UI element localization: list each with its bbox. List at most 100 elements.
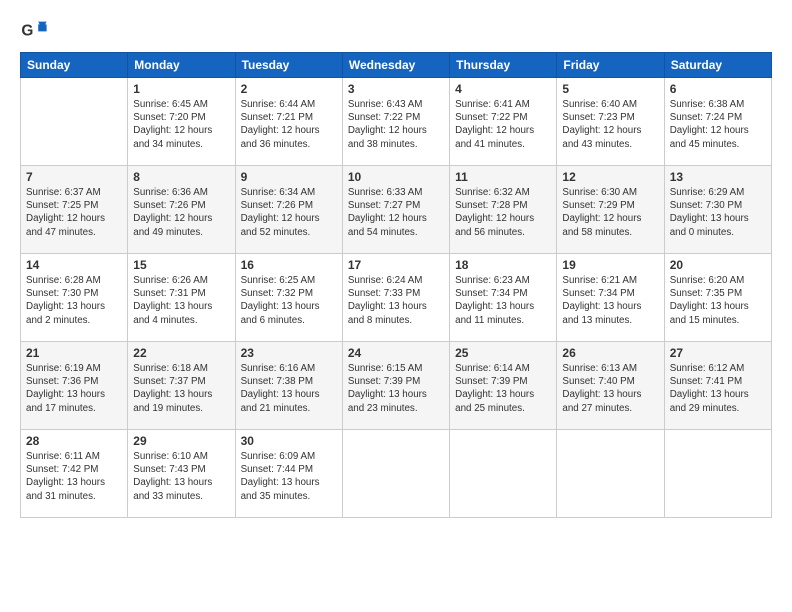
day-info: Sunrise: 6:29 AMSunset: 7:30 PMDaylight:… <box>670 186 766 239</box>
day-info: Sunrise: 6:16 AMSunset: 7:38 PMDaylight:… <box>241 362 337 415</box>
calendar-cell: 28Sunrise: 6:11 AMSunset: 7:42 PMDayligh… <box>21 430 128 518</box>
day-number: 25 <box>455 346 551 360</box>
day-info: Sunrise: 6:44 AMSunset: 7:21 PMDaylight:… <box>241 98 337 151</box>
day-info: Sunrise: 6:28 AMSunset: 7:30 PMDaylight:… <box>26 274 122 327</box>
day-info: Sunrise: 6:45 AMSunset: 7:20 PMDaylight:… <box>133 98 229 151</box>
weekday-header-monday: Monday <box>128 53 235 78</box>
day-info: Sunrise: 6:34 AMSunset: 7:26 PMDaylight:… <box>241 186 337 239</box>
calendar-cell: 18 Sunrise: 6:23 AMSunset: 7:34 PMDayligh… <box>450 254 557 342</box>
day-info: Sunrise: 6:36 AMSunset: 7:26 PMDaylight:… <box>133 186 229 239</box>
calendar-cell <box>664 430 771 518</box>
calendar-week-1: 1 Sunrise: 6:45 AMSunset: 7:20 PMDaylight… <box>21 78 772 166</box>
day-info: Sunrise: 6:13 AMSunset: 7:40 PMDaylight:… <box>562 362 658 415</box>
calendar-cell: 6 Sunrise: 6:38 AMSunset: 7:24 PMDaylight… <box>664 78 771 166</box>
calendar-cell: 13 Sunrise: 6:29 AMSunset: 7:30 PMDayligh… <box>664 166 771 254</box>
day-info: Sunrise: 6:24 AMSunset: 7:33 PMDaylight:… <box>348 274 444 327</box>
day-info: Sunrise: 6:14 AMSunset: 7:39 PMDaylight:… <box>455 362 551 415</box>
day-info: Sunrise: 6:12 AMSunset: 7:41 PMDaylight:… <box>670 362 766 415</box>
svg-text:G: G <box>21 23 33 40</box>
calendar-cell: 1 Sunrise: 6:45 AMSunset: 7:20 PMDaylight… <box>128 78 235 166</box>
day-number: 23 <box>241 346 337 360</box>
day-number: 29 <box>133 434 229 448</box>
calendar-body: 1 Sunrise: 6:45 AMSunset: 7:20 PMDaylight… <box>21 78 772 518</box>
day-number: 16 <box>241 258 337 272</box>
calendar-cell <box>342 430 449 518</box>
calendar-cell <box>557 430 664 518</box>
day-info: Sunrise: 6:40 AMSunset: 7:23 PMDaylight:… <box>562 98 658 151</box>
day-number: 8 <box>133 170 229 184</box>
day-number: 18 <box>455 258 551 272</box>
day-info: Sunrise: 6:41 AMSunset: 7:22 PMDaylight:… <box>455 98 551 151</box>
day-number: 20 <box>670 258 766 272</box>
day-number: 5 <box>562 82 658 96</box>
day-number: 2 <box>241 82 337 96</box>
day-info: Sunrise: 6:09 AMSunset: 7:44 PMDaylight:… <box>241 450 337 503</box>
day-number: 6 <box>670 82 766 96</box>
calendar-cell: 3 Sunrise: 6:43 AMSunset: 7:22 PMDaylight… <box>342 78 449 166</box>
day-info: Sunrise: 6:21 AMSunset: 7:34 PMDaylight:… <box>562 274 658 327</box>
day-info: Sunrise: 6:15 AMSunset: 7:39 PMDaylight:… <box>348 362 444 415</box>
weekday-header-sunday: Sunday <box>21 53 128 78</box>
calendar-cell: 12 Sunrise: 6:30 AMSunset: 7:29 PMDayligh… <box>557 166 664 254</box>
day-number: 7 <box>26 170 122 184</box>
calendar-page: G SundayMondayTuesdayWednesdayThursdayFr… <box>0 0 792 528</box>
calendar-table: SundayMondayTuesdayWednesdayThursdayFrid… <box>20 52 772 518</box>
calendar-week-5: 28Sunrise: 6:11 AMSunset: 7:42 PMDayligh… <box>21 430 772 518</box>
calendar-cell: 17 Sunrise: 6:24 AMSunset: 7:33 PMDayligh… <box>342 254 449 342</box>
day-info: Sunrise: 6:10 AMSunset: 7:43 PMDaylight:… <box>133 450 229 503</box>
day-number: 4 <box>455 82 551 96</box>
calendar-cell: 24 Sunrise: 6:15 AMSunset: 7:39 PMDayligh… <box>342 342 449 430</box>
calendar-cell: 26 Sunrise: 6:13 AMSunset: 7:40 PMDayligh… <box>557 342 664 430</box>
day-number: 14 <box>26 258 122 272</box>
day-number: 12 <box>562 170 658 184</box>
day-number: 10 <box>348 170 444 184</box>
calendar-cell: 14 Sunrise: 6:28 AMSunset: 7:30 PMDayligh… <box>21 254 128 342</box>
calendar-cell: 2 Sunrise: 6:44 AMSunset: 7:21 PMDaylight… <box>235 78 342 166</box>
day-info: Sunrise: 6:38 AMSunset: 7:24 PMDaylight:… <box>670 98 766 151</box>
calendar-cell <box>21 78 128 166</box>
day-number: 1 <box>133 82 229 96</box>
day-number: 21 <box>26 346 122 360</box>
calendar-week-2: 7Sunrise: 6:37 AMSunset: 7:25 PMDaylight… <box>21 166 772 254</box>
day-number: 19 <box>562 258 658 272</box>
calendar-cell: 25 Sunrise: 6:14 AMSunset: 7:39 PMDayligh… <box>450 342 557 430</box>
weekday-header-saturday: Saturday <box>664 53 771 78</box>
weekday-header-row: SundayMondayTuesdayWednesdayThursdayFrid… <box>21 53 772 78</box>
day-number: 22 <box>133 346 229 360</box>
calendar-cell: 11Sunrise: 6:32 AMSunset: 7:28 PMDayligh… <box>450 166 557 254</box>
day-info: Sunrise: 6:32 AMSunset: 7:28 PMDaylight:… <box>455 186 551 239</box>
calendar-cell: 30 Sunrise: 6:09 AMSunset: 7:44 PMDayligh… <box>235 430 342 518</box>
logo-icon: G <box>20 16 48 44</box>
weekday-header-friday: Friday <box>557 53 664 78</box>
calendar-cell: 22Sunrise: 6:18 AMSunset: 7:37 PMDayligh… <box>128 342 235 430</box>
calendar-cell: 9 Sunrise: 6:34 AMSunset: 7:26 PMDaylight… <box>235 166 342 254</box>
day-info: Sunrise: 6:20 AMSunset: 7:35 PMDaylight:… <box>670 274 766 327</box>
calendar-cell: 4 Sunrise: 6:41 AMSunset: 7:22 PMDaylight… <box>450 78 557 166</box>
day-number: 13 <box>670 170 766 184</box>
calendar-cell: 23 Sunrise: 6:16 AMSunset: 7:38 PMDayligh… <box>235 342 342 430</box>
day-info: Sunrise: 6:30 AMSunset: 7:29 PMDaylight:… <box>562 186 658 239</box>
day-number: 15 <box>133 258 229 272</box>
day-number: 17 <box>348 258 444 272</box>
header: G <box>20 16 772 44</box>
calendar-week-4: 21Sunrise: 6:19 AMSunset: 7:36 PMDayligh… <box>21 342 772 430</box>
calendar-cell: 27 Sunrise: 6:12 AMSunset: 7:41 PMDayligh… <box>664 342 771 430</box>
weekday-header-wednesday: Wednesday <box>342 53 449 78</box>
day-number: 9 <box>241 170 337 184</box>
calendar-header: SundayMondayTuesdayWednesdayThursdayFrid… <box>21 53 772 78</box>
day-number: 26 <box>562 346 658 360</box>
day-number: 24 <box>348 346 444 360</box>
calendar-cell: 8 Sunrise: 6:36 AMSunset: 7:26 PMDaylight… <box>128 166 235 254</box>
calendar-cell <box>450 430 557 518</box>
day-info: Sunrise: 6:23 AMSunset: 7:34 PMDaylight:… <box>455 274 551 327</box>
weekday-header-thursday: Thursday <box>450 53 557 78</box>
calendar-cell: 19 Sunrise: 6:21 AMSunset: 7:34 PMDayligh… <box>557 254 664 342</box>
day-number: 3 <box>348 82 444 96</box>
calendar-week-3: 14 Sunrise: 6:28 AMSunset: 7:30 PMDayligh… <box>21 254 772 342</box>
day-number: 30 <box>241 434 337 448</box>
day-number: 27 <box>670 346 766 360</box>
weekday-header-tuesday: Tuesday <box>235 53 342 78</box>
calendar-cell: 29 Sunrise: 6:10 AMSunset: 7:43 PMDayligh… <box>128 430 235 518</box>
day-info: Sunrise: 6:43 AMSunset: 7:22 PMDaylight:… <box>348 98 444 151</box>
day-number: 28 <box>26 434 122 448</box>
